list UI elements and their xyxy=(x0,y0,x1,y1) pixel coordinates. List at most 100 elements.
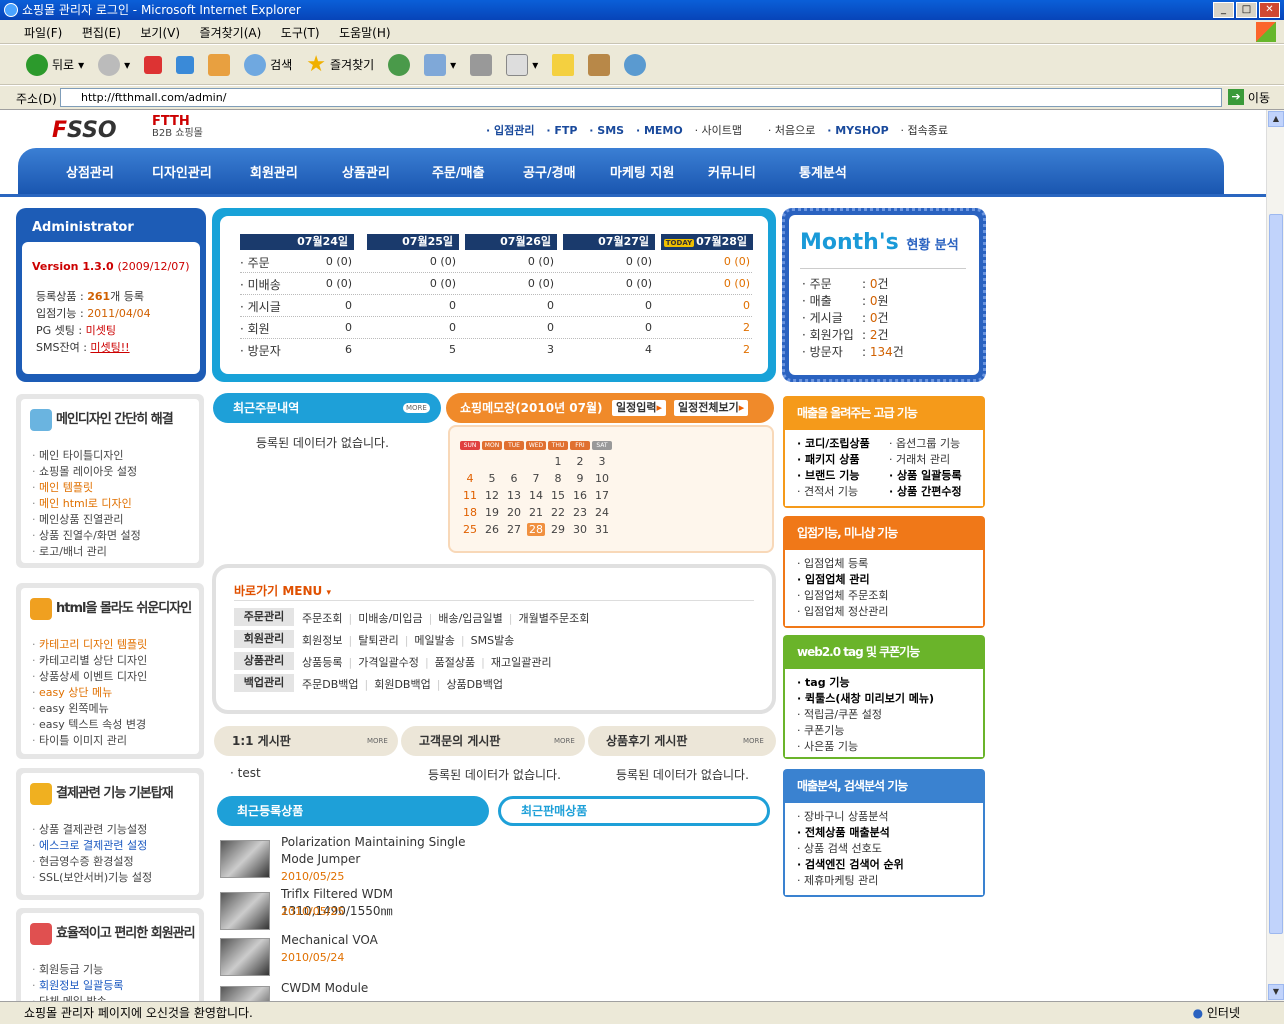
calendar-day[interactable]: 2 xyxy=(571,455,589,468)
quick-link[interactable]: 회원DB백업 xyxy=(374,678,431,691)
left-panel-link[interactable]: easy 텍스트 속성 변경 xyxy=(32,717,147,733)
forward-button[interactable]: ▾ xyxy=(94,53,134,76)
calendar-day[interactable]: 31 xyxy=(593,523,611,536)
board-more-button[interactable]: MORE xyxy=(740,736,767,746)
calendar-day[interactable]: 4 xyxy=(461,472,479,485)
tab-recent-sold[interactable]: 최근판매상품 xyxy=(498,796,770,826)
calendar-day[interactable]: 3 xyxy=(593,455,611,468)
feature-link[interactable]: 코디/조립상품 xyxy=(797,436,870,452)
go-arrow-icon[interactable]: ➔ xyxy=(1228,89,1244,105)
nav-statistics[interactable]: 통계분석 xyxy=(799,162,847,181)
left-panel-link[interactable]: 회원등급 기능 xyxy=(32,962,123,978)
quick-link[interactable]: 주문조회 xyxy=(302,612,342,625)
menu-edit[interactable]: 편집(E) xyxy=(74,20,129,45)
scrollbar-thumb[interactable] xyxy=(1269,214,1283,934)
link-store-mgmt[interactable]: · 입점관리 xyxy=(486,124,535,137)
research-button[interactable] xyxy=(584,53,614,76)
nav-marketing[interactable]: 마케팅 지원 xyxy=(610,162,674,181)
calendar-day[interactable]: 6 xyxy=(505,472,523,485)
nav-orders[interactable]: 주문/매출 xyxy=(432,162,485,181)
left-panel-link[interactable]: 상품상세 이벤트 디자인 xyxy=(32,669,147,685)
quick-link[interactable]: 배송/입금일별 xyxy=(438,612,502,625)
left-panel-link[interactable]: 상품 결제관련 기능설정 xyxy=(32,822,152,838)
feature-link[interactable]: 거래처 관리 xyxy=(889,452,962,468)
mail-button[interactable]: ▾ xyxy=(420,53,460,76)
left-panel-link[interactable]: 로고/배너 관리 xyxy=(32,544,141,560)
schedule-view-all-button[interactable]: 일정전체보기▸ xyxy=(674,400,749,416)
calendar-day[interactable]: 28 xyxy=(527,523,545,536)
scroll-up-button[interactable]: ▲ xyxy=(1268,111,1284,127)
left-panel-link[interactable]: 카테고리별 상단 디자인 xyxy=(32,653,147,669)
nav-members[interactable]: 회원관리 xyxy=(250,162,298,181)
menu-favorites[interactable]: 즐겨찾기(A) xyxy=(192,20,270,45)
feature-link[interactable]: 입점업체 등록 xyxy=(797,556,888,572)
schedule-input-button[interactable]: 일정입력▸ xyxy=(612,400,667,416)
feature-link[interactable]: 장바구니 상품분석 xyxy=(797,809,904,825)
calendar-day[interactable]: 23 xyxy=(571,506,589,519)
left-panel-link[interactable]: easy 왼쪽메뉴 xyxy=(32,701,147,717)
left-panel-link[interactable]: 메인상품 진열관리 xyxy=(32,512,141,528)
ftth-brand[interactable]: FTTH B2B 쇼핑몰 xyxy=(152,115,203,140)
left-panel-link[interactable]: 상품 진열수/화면 설정 xyxy=(32,528,141,544)
refresh-button[interactable] xyxy=(172,55,198,74)
board-more-button[interactable]: MORE xyxy=(364,736,391,746)
link-sms[interactable]: · SMS xyxy=(589,124,624,137)
nav-store[interactable]: 상점관리 xyxy=(66,162,114,181)
calendar-day[interactable]: 12 xyxy=(483,489,501,502)
feature-link[interactable]: 입점업체 관리 xyxy=(797,572,888,588)
left-panel-link[interactable]: 에스크로 결제관련 설정 xyxy=(32,838,152,854)
feature-link[interactable]: 검색엔진 검색어 순위 xyxy=(797,857,904,873)
left-panel-link[interactable]: 현금영수증 환경설정 xyxy=(32,854,152,870)
calendar-day[interactable]: 16 xyxy=(571,489,589,502)
product-thumbnail[interactable] xyxy=(220,892,270,930)
calendar-day[interactable]: 30 xyxy=(571,523,589,536)
stop-button[interactable] xyxy=(140,55,166,74)
quick-link[interactable]: 주문DB백업 xyxy=(302,678,359,691)
calendar-day[interactable]: 11 xyxy=(461,489,479,502)
product-thumbnail[interactable] xyxy=(220,986,270,1001)
calendar-day[interactable]: 26 xyxy=(483,523,501,536)
vertical-scrollbar[interactable]: ▲ ▼ xyxy=(1266,110,1284,1001)
close-button[interactable]: ✕ xyxy=(1259,2,1280,18)
quick-link[interactable]: 상품DB백업 xyxy=(446,678,503,691)
feature-link[interactable]: 상품 검색 선호도 xyxy=(797,841,904,857)
address-input[interactable]: http://ftthmall.com/admin/ xyxy=(60,88,1222,107)
menu-help[interactable]: 도움말(H) xyxy=(331,20,399,45)
left-panel-link[interactable]: 쇼핑몰 레이아웃 설정 xyxy=(32,464,141,480)
feature-link[interactable]: 입점업체 정산관리 xyxy=(797,604,888,620)
left-panel-link[interactable]: 메인 타이틀디자인 xyxy=(32,448,141,464)
back-button[interactable]: 뒤로 ▾ xyxy=(22,53,88,76)
product-thumbnail[interactable] xyxy=(220,938,270,976)
favorites-button[interactable]: ★ 즐겨찾기 xyxy=(302,52,378,77)
feature-link[interactable]: 퀵툴스(새창 미리보기 메뉴) xyxy=(797,691,934,707)
calendar-day[interactable]: 25 xyxy=(461,523,479,536)
minimize-button[interactable]: _ xyxy=(1213,2,1234,18)
quick-link[interactable]: 개월별주문조회 xyxy=(519,612,590,625)
feature-link[interactable]: 브랜드 기능 xyxy=(797,468,870,484)
messenger-button[interactable] xyxy=(620,53,650,76)
quick-link[interactable]: 탈퇴관리 xyxy=(358,634,398,647)
feature-link[interactable]: 상품 일괄등록 xyxy=(889,468,962,484)
left-panel-link[interactable]: SSL(보안서버)기능 설정 xyxy=(32,870,152,886)
nav-products[interactable]: 상품관리 xyxy=(342,162,390,181)
calendar-day[interactable]: 14 xyxy=(527,489,545,502)
quick-link[interactable]: 미배송/미입금 xyxy=(358,612,422,625)
calendar-day[interactable]: 19 xyxy=(483,506,501,519)
link-myshop[interactable]: · MYSHOP xyxy=(827,124,888,137)
calendar-day[interactable]: 20 xyxy=(505,506,523,519)
feature-link[interactable]: 전체상품 매출분석 xyxy=(797,825,904,841)
edit-button[interactable]: ▾ xyxy=(502,53,542,76)
link-home[interactable]: · 처음으로 xyxy=(768,124,815,137)
calendar-day[interactable]: 18 xyxy=(461,506,479,519)
menu-tools[interactable]: 도구(T) xyxy=(273,20,328,45)
link-logout[interactable]: · 접속종료 xyxy=(901,124,948,137)
product-thumbnail[interactable] xyxy=(220,840,270,878)
quick-link[interactable]: 품절상품 xyxy=(435,656,475,669)
quick-link[interactable]: SMS발송 xyxy=(471,634,515,647)
board-more-button[interactable]: MORE xyxy=(551,736,578,746)
feature-link[interactable]: 패키지 상품 xyxy=(797,452,870,468)
product-name[interactable]: Mechanical VOA xyxy=(281,932,471,949)
feature-link[interactable]: 옵션그룹 기능 xyxy=(889,436,962,452)
link-ftp[interactable]: · FTP xyxy=(546,124,577,137)
left-panel-link[interactable]: 메인 템플릿 xyxy=(32,480,141,496)
